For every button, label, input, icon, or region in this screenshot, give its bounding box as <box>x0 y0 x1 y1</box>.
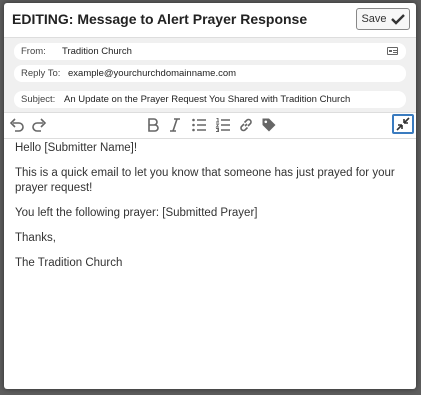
link-icon[interactable] <box>237 116 255 134</box>
body-line-2: You left the following prayer: [Submitte… <box>15 207 258 219</box>
body-signature: The Tradition Church <box>15 257 123 269</box>
reply-to-field[interactable]: Reply To: example@yourchurchdomainname.c… <box>14 65 406 82</box>
contact-card-icon[interactable] <box>387 47 398 55</box>
body-closing: Thanks, <box>15 232 56 244</box>
redo-icon[interactable] <box>30 116 48 134</box>
email-editor-modal: EDITING: Message to Alert Prayer Respons… <box>4 3 416 389</box>
save-button[interactable]: Save <box>356 8 410 30</box>
modal-header: EDITING: Message to Alert Prayer Respons… <box>4 3 416 37</box>
email-fields: From: Tradition Church Reply To: example… <box>4 37 416 113</box>
body-line-1: This is a quick email to let you know th… <box>15 167 395 194</box>
tag-icon[interactable] <box>260 116 278 134</box>
from-label: From: <box>21 46 46 57</box>
subject-value: An Update on the Prayer Request You Shar… <box>64 94 351 105</box>
subject-label: Subject: <box>21 94 56 105</box>
save-button-label: Save <box>361 13 387 25</box>
italic-icon[interactable] <box>166 116 184 134</box>
editor-toolbar <box>4 112 416 139</box>
message-body[interactable]: Hello [Submitter Name]! This is a quick … <box>15 141 405 281</box>
numbered-list-icon[interactable] <box>214 116 232 134</box>
collapse-icon[interactable] <box>392 114 414 134</box>
undo-icon[interactable] <box>8 116 26 134</box>
bold-icon[interactable] <box>144 116 162 134</box>
from-value: Tradition Church <box>62 46 132 57</box>
reply-to-label: Reply To: <box>21 68 61 79</box>
body-greeting: Hello [Submitter Name]! <box>15 142 138 154</box>
bulleted-list-icon[interactable] <box>190 116 208 134</box>
checkmark-icon <box>390 14 405 25</box>
reply-to-value: example@yourchurchdomainname.com <box>68 68 237 79</box>
modal-title: EDITING: Message to Alert Prayer Respons… <box>12 11 308 27</box>
from-field[interactable]: From: Tradition Church <box>14 43 406 60</box>
subject-field[interactable]: Subject: An Update on the Prayer Request… <box>14 91 406 108</box>
